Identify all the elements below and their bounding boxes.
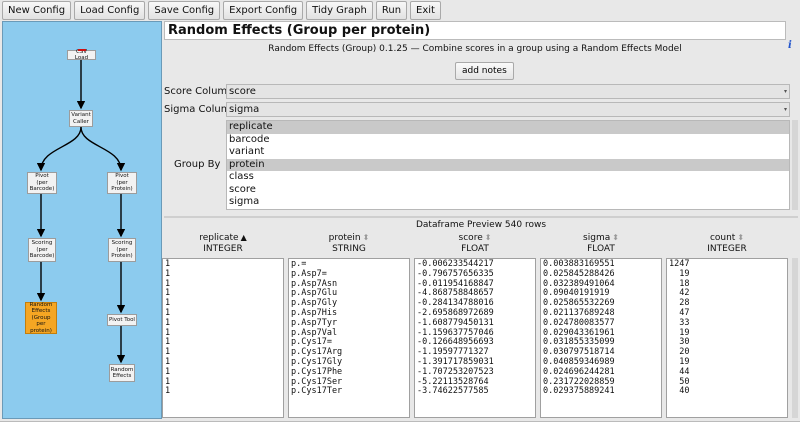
pipeline-graph-panel[interactable]: CSV Load Variant Caller Pivot (per Barco… [2,21,162,419]
node-pivot-per-protein[interactable]: Pivot (per Protein) [107,172,137,194]
group-by-option[interactable]: protein [227,158,789,171]
column-values[interactable]: 1 1 1 1 1 1 1 1 1 1 1 1 1 1 [162,258,284,418]
node-description: Random Effects (Group) 0.1.25 — Combine … [268,44,682,54]
save-config-button[interactable]: Save Config [148,1,221,20]
panel-splitter[interactable] [164,216,798,218]
column-type: FLOAT [587,244,615,254]
preview-column-protein: protein ⬍ STRING p.= p.Asp7= p.Asp7Asn p.… [288,232,410,418]
edge-variant-to-pivot-protein [80,126,126,172]
group-by-option[interactable]: replicate [227,121,789,134]
column-header[interactable]: sigma ⬍ FLOAT [540,232,662,257]
tidy-graph-button[interactable]: Tidy Graph [306,1,373,20]
column-values[interactable]: -0.006233544217 -0.796757656335 -0.01195… [414,258,536,418]
preview-column-score: score ⬍ FLOAT -0.006233544217 -0.79675765… [414,232,536,418]
info-icon[interactable]: i [788,40,792,51]
column-type: FLOAT [461,244,489,254]
toolbar: New Config Load Config Save Config Expor… [0,0,800,22]
column-values[interactable]: 0.003883169551 0.025845288426 0.03238949… [540,258,662,418]
sort-icon[interactable]: ⬍ [737,233,744,242]
column-header[interactable]: score ⬍ FLOAT [414,232,536,257]
preview-column-replicate: replicate ▲ INTEGER 1 1 1 1 1 1 1 1 1 1 1… [162,232,284,418]
column-header[interactable]: count ⬍ INTEGER [666,232,788,257]
node-csv-load[interactable]: CSV Load [67,49,96,61]
export-config-button[interactable]: Export Config [223,1,304,20]
add-notes-button[interactable]: add notes [455,62,514,80]
sort-icon[interactable]: ⬍ [363,233,370,242]
node-marker [78,49,86,51]
dropdown-arrow-icon: ▾ [783,88,787,95]
dataframe-preview-title: Dataframe Preview 540 rows [415,220,547,230]
node-scoring-per-barcode[interactable]: Scoring (per Barcode) [28,238,56,262]
column-type: INTEGER [203,244,243,254]
run-button[interactable]: Run [375,1,408,20]
column-header[interactable]: protein ⬍ STRING [288,232,410,257]
preview-column-sigma: sigma ⬍ FLOAT 0.003883169551 0.0258452884… [540,232,662,418]
score-column-value: score [229,86,256,97]
status-bar [0,421,800,442]
node-pivot-tool[interactable]: Pivot Tool [107,314,137,326]
node-pivot-per-barcode[interactable]: Pivot (per Barcode) [27,172,57,194]
group-by-option[interactable]: sigma [227,196,789,209]
group-by-option[interactable]: class [227,171,789,184]
sort-ascending-icon[interactable]: ▲ [241,233,247,242]
group-by-option[interactable]: score [227,184,789,197]
dropdown-arrow-icon: ▾ [783,106,787,113]
graph-edges [36,60,126,364]
sort-icon[interactable]: ⬍ [612,233,619,242]
config-scrollbar[interactable] [792,120,798,210]
node-scoring-per-protein[interactable]: Scoring (per Protein) [108,238,136,262]
node-random-effects[interactable]: Random Effects [109,364,135,382]
column-type: STRING [332,244,366,254]
new-config-button[interactable]: New Config [2,1,72,20]
group-by-listbox[interactable]: replicate barcode variant protein class … [226,120,790,210]
score-column-label: Score Column [164,86,234,97]
edge-variant-to-pivot-barcode [36,126,82,172]
node-random-effects-group[interactable]: Random Effects (Group per protein) [25,302,57,334]
preview-column-count: count ⬍ INTEGER 1247 19 18 42 28 47 33 19… [666,232,788,418]
group-by-option[interactable]: variant [227,146,789,159]
score-column-select[interactable]: score ▾ [226,84,790,99]
exit-button[interactable]: Exit [410,1,441,20]
column-header[interactable]: replicate ▲ INTEGER [162,232,284,257]
group-by-label: Group By [174,159,221,170]
column-values[interactable]: 1247 19 18 42 28 47 33 19 30 20 19 44 50… [666,258,788,418]
preview-scrollbar[interactable] [792,258,798,418]
load-config-button[interactable]: Load Config [74,1,146,20]
node-title-field[interactable]: Random Effects (Group per protein) [164,21,786,40]
sort-icon[interactable]: ⬍ [485,233,492,242]
column-type: INTEGER [707,244,747,254]
sigma-column-value: sigma [229,104,260,115]
group-by-option[interactable]: barcode [227,134,789,147]
sigma-column-select[interactable]: sigma ▾ [226,102,790,117]
column-values[interactable]: p.= p.Asp7= p.Asp7Asn p.Asp7Glu p.Asp7Gl… [288,258,410,418]
node-variant-caller[interactable]: Variant Caller [69,110,93,127]
